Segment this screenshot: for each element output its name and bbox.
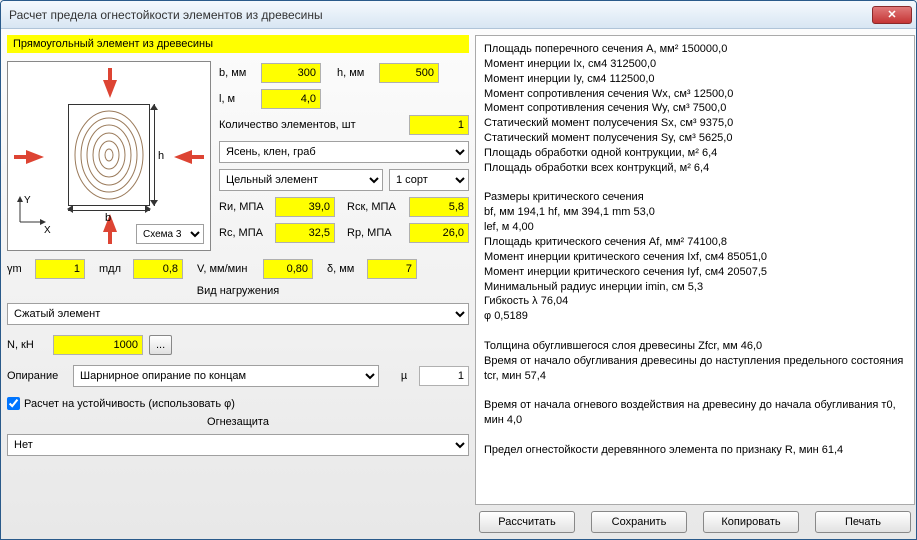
copy-button[interactable]: Копировать (703, 511, 799, 533)
element-type-select[interactable]: Цельный элемент (219, 169, 383, 191)
arrow-down-icon (103, 80, 117, 98)
scheme-select[interactable]: Схема 3 (136, 224, 204, 244)
n-input[interactable] (53, 335, 143, 355)
window-title: Расчет предела огнестойкости элементов и… (9, 8, 872, 22)
app-window: Расчет предела огнестойкости элементов и… (0, 0, 917, 540)
calculate-button[interactable]: Рассчитать (479, 511, 575, 533)
mu-input[interactable] (419, 366, 469, 386)
print-button[interactable]: Печать (815, 511, 911, 533)
support-select[interactable]: Шарнирное опирание по концам (73, 365, 379, 387)
fireprotection-header: Огнезащита (7, 416, 469, 428)
close-icon: ✕ (887, 8, 896, 21)
delta-input[interactable] (367, 259, 417, 279)
l-input[interactable] (261, 89, 321, 109)
axes-icon (16, 196, 46, 226)
arrow-right-icon (26, 150, 44, 164)
stability-checkbox[interactable]: Расчет на устойчивость (использовать φ) (7, 397, 469, 410)
rck-input[interactable] (409, 197, 469, 217)
wood-species-select[interactable]: Ясень, клен, граб (219, 141, 469, 163)
h-input[interactable] (379, 63, 439, 83)
left-panel: Прямоугольный элемент из древесины (7, 35, 469, 533)
fireprotection-select[interactable]: Нет (7, 434, 469, 456)
n-details-button[interactable]: ... (149, 335, 172, 355)
titlebar: Расчет предела огнестойкости элементов и… (1, 1, 916, 29)
arrow-left-icon (174, 150, 192, 164)
qty-input[interactable] (409, 115, 469, 135)
element-type-header: Прямоугольный элемент из древесины (7, 35, 469, 53)
content: Прямоугольный элемент из древесины (1, 29, 916, 539)
rc-input[interactable] (275, 223, 335, 243)
close-button[interactable]: ✕ (872, 6, 912, 24)
rp-input[interactable] (409, 223, 469, 243)
b-input[interactable] (261, 63, 321, 83)
save-button[interactable]: Сохранить (591, 511, 687, 533)
mdl-input[interactable] (133, 259, 183, 279)
ym-input[interactable] (35, 259, 85, 279)
right-panel: Площадь поперечного сечения A, мм² 15000… (475, 35, 915, 533)
grade-select[interactable]: 1 сорт (389, 169, 469, 191)
cross-section-diagram: h b (7, 61, 211, 251)
results-output[interactable]: Площадь поперечного сечения A, мм² 15000… (475, 35, 915, 505)
v-input[interactable] (263, 259, 313, 279)
load-header: Вид нагружения (7, 285, 469, 297)
ri-input[interactable] (275, 197, 335, 217)
load-type-select[interactable]: Сжатый элемент (7, 303, 469, 325)
